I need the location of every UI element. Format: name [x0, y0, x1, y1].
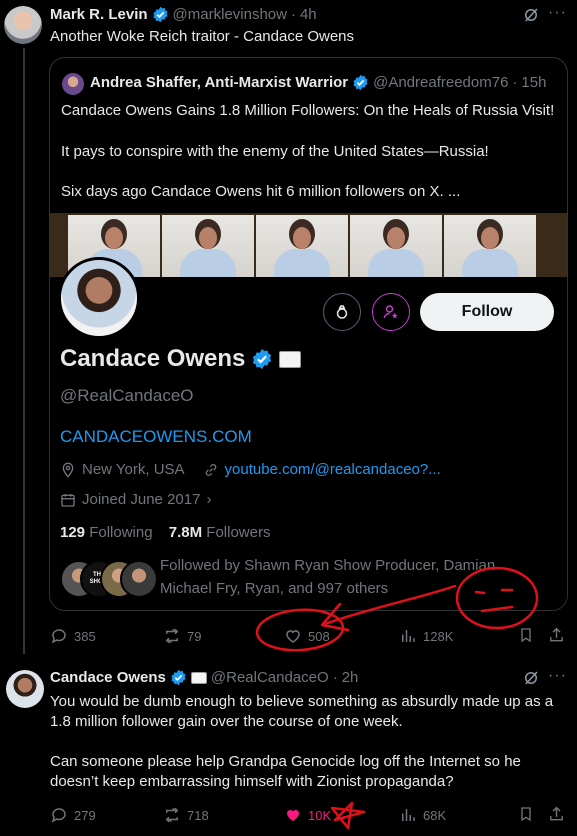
red-annotations	[255, 566, 539, 830]
drawn-face-eye	[474, 590, 486, 595]
drawn-star	[330, 801, 366, 830]
arrow-line	[323, 584, 457, 626]
drawn-face	[455, 566, 539, 630]
drawn-face-mouth	[480, 605, 514, 613]
